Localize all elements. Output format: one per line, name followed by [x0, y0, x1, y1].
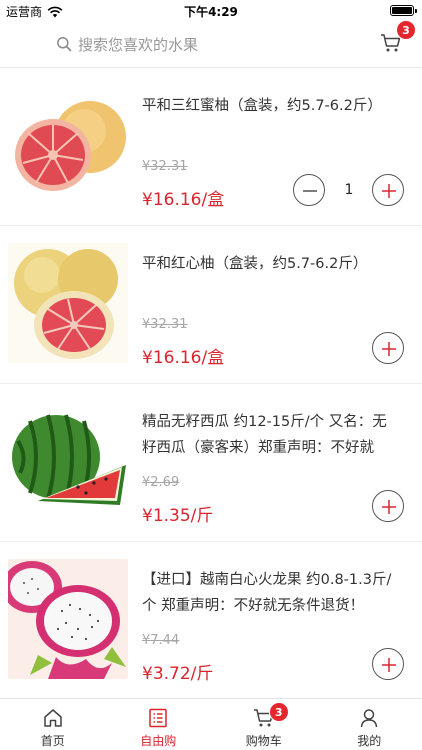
tab-label: 自由购 [140, 734, 177, 748]
original-price: ¥32.31 [142, 159, 188, 174]
tab-home[interactable]: 首页 [0, 699, 106, 750]
search-placeholder: 搜索您喜欢的水果 [78, 35, 199, 54]
plus-icon [382, 342, 396, 356]
product-image-red-heart-pomelo [8, 243, 128, 363]
minus-icon [303, 190, 317, 192]
decrease-button[interactable] [293, 174, 325, 206]
product-title[interactable]: 平和三红蜜柚（盒装，约5.7-6.2斤） [142, 93, 397, 119]
product-item[interactable]: 平和三红蜜柚（盒装，约5.7-6.2斤） ¥32.31 ¥16.16/盒 1 [0, 69, 422, 226]
product-image-dragon-fruit [8, 559, 128, 679]
battery-icon [390, 5, 417, 16]
add-to-cart-button[interactable] [372, 490, 404, 522]
list-icon [149, 708, 167, 728]
product-item[interactable]: 平和红心柚（盒装，约5.7-6.2斤） ¥32.31 ¥16.16/盒 [0, 227, 422, 384]
tab-label: 我的 [357, 734, 382, 748]
product-title[interactable]: 【进口】越南白心火龙果 约0.8-1.3斤/个 郑重声明：不好就无条件退货！ [142, 567, 397, 619]
quantity-value: 1 [344, 182, 354, 198]
product-list[interactable]: 平和三红蜜柚（盒装，约5.7-6.2斤） ¥32.31 ¥16.16/盒 1 平… [0, 69, 422, 697]
original-price: ¥2.69 [142, 475, 180, 490]
product-item[interactable]: 精品无籽西瓜 约12-15斤/个 又名：无籽西瓜（豪客来）郑重声明：不好就 ¥2… [0, 385, 422, 542]
product-title[interactable]: 精品无籽西瓜 约12-15斤/个 又名：无籽西瓜（豪客来）郑重声明：不好就 [142, 409, 397, 461]
status-time: 下午4:29 [184, 5, 238, 19]
product-image-red-pomelo [8, 85, 128, 205]
home-icon [44, 709, 62, 727]
original-price: ¥32.31 [142, 317, 188, 332]
product-item[interactable]: 【进口】越南白心火龙果 约0.8-1.3斤/个 郑重声明：不好就无条件退货！ ¥… [0, 543, 422, 697]
tab-bar: 首页 自由购 3 购物车 我的 [0, 698, 422, 750]
product-image-watermelon [8, 401, 128, 521]
search-icon [57, 37, 72, 52]
cart-badge: 3 [268, 702, 289, 722]
product-price: ¥16.16/盒 [142, 190, 225, 210]
status-bar: 运营商 下午4:29 [0, 0, 422, 22]
tab-label: 首页 [40, 734, 65, 748]
tab-cart[interactable]: 3 购物车 [211, 699, 317, 750]
product-price: ¥1.35/斤 [142, 506, 214, 526]
header-cart-button[interactable]: 3 [380, 20, 416, 54]
user-icon [361, 709, 378, 728]
add-to-cart-button[interactable] [372, 332, 404, 364]
plus-icon [382, 184, 396, 198]
plus-icon [382, 500, 396, 514]
product-price: ¥16.16/盒 [142, 348, 225, 368]
add-to-cart-button[interactable] [372, 174, 404, 206]
add-to-cart-button[interactable] [372, 648, 404, 680]
tab-label: 购物车 [245, 734, 282, 748]
tab-mine[interactable]: 我的 [317, 699, 422, 750]
search-header: 搜索您喜欢的水果 3 [0, 20, 422, 68]
tab-free-shop[interactable]: 自由购 [106, 699, 212, 750]
search-input[interactable]: 搜索您喜欢的水果 [56, 32, 198, 56]
plus-icon [382, 658, 396, 672]
product-price: ¥3.72/斤 [142, 664, 214, 684]
original-price: ¥7.44 [142, 633, 180, 648]
cart-badge: 3 [396, 20, 416, 40]
product-title[interactable]: 平和红心柚（盒装，约5.7-6.2斤） [142, 251, 397, 277]
